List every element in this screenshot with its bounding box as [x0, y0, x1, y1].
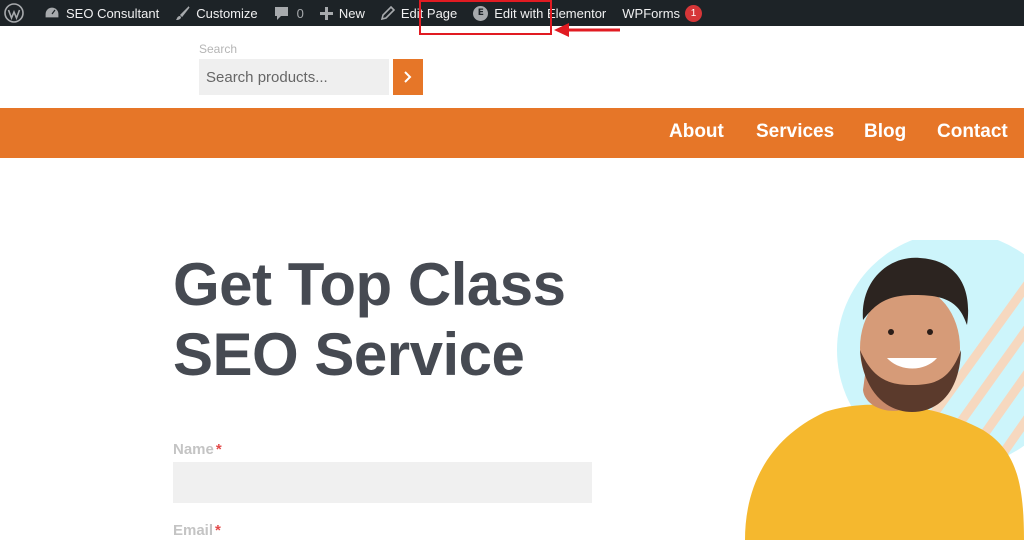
comments-count: 0 — [296, 5, 304, 21]
required-marker: * — [215, 441, 222, 458]
required-marker: * — [215, 522, 221, 539]
email-label-text: Email — [173, 522, 214, 539]
nav-item-contact[interactable]: Contact — [937, 121, 1008, 143]
nav-item-services[interactable]: Services — [756, 121, 834, 143]
main-navigation: About Services Blog Contact — [0, 108, 1024, 158]
wordpress-logo-icon[interactable] — [0, 0, 36, 26]
plus-icon — [319, 6, 333, 20]
edit-with-elementor-link[interactable]: E Edit with Elementor — [465, 0, 614, 26]
site-name: SEO Consultant — [66, 5, 160, 21]
dashboard-icon — [44, 6, 60, 19]
edit-page-label: Edit Page — [400, 5, 458, 21]
hero-title-line-2: SEO Service — [173, 321, 525, 388]
site-name-menu[interactable]: SEO Consultant — [36, 0, 167, 26]
brush-icon — [176, 5, 190, 20]
hero-title-line-1: Get Top Class — [173, 251, 566, 318]
email-field-label: Email * — [173, 522, 221, 539]
wpforms-label: WPForms — [622, 5, 681, 21]
hero-person-image — [745, 240, 1024, 540]
name-field-label: Name * — [173, 441, 222, 458]
elementor-logo-icon: E — [473, 5, 489, 21]
customize-menu[interactable]: Customize — [167, 0, 265, 26]
nav-item-blog[interactable]: Blog — [864, 121, 906, 143]
pencil-icon — [380, 6, 395, 20]
new-label: New — [338, 5, 365, 21]
search-submit-button[interactable] — [393, 59, 423, 95]
name-field[interactable] — [173, 462, 592, 503]
hero-title: Get Top Class SEO Service — [173, 250, 593, 390]
comment-bubble-icon — [274, 6, 288, 20]
nav-item-about[interactable]: About — [669, 121, 724, 143]
edit-with-elementor-label: Edit with Elementor — [494, 5, 607, 21]
wpforms-menu[interactable]: WPForms 1 — [614, 0, 710, 26]
search-label: Search — [199, 42, 238, 56]
name-label-text: Name — [173, 441, 214, 458]
edit-page-link[interactable]: Edit Page — [373, 0, 465, 26]
customize-label: Customize — [196, 5, 258, 21]
wp-admin-bar: SEO Consultant Customize 0 New Edit Page… — [0, 0, 1024, 26]
new-content-menu[interactable]: New — [312, 0, 373, 26]
comments-menu[interactable]: 0 — [266, 0, 312, 26]
chevron-right-icon — [404, 71, 412, 83]
search-input[interactable] — [199, 59, 389, 95]
wpforms-notification-badge: 1 — [685, 4, 703, 22]
